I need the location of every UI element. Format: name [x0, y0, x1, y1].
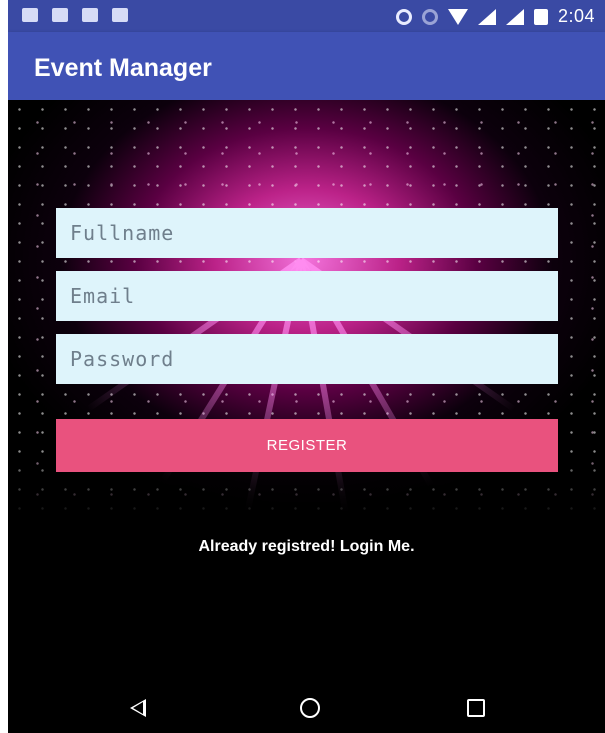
- alarm-icon: [421, 8, 438, 25]
- photo-icon: [52, 8, 68, 22]
- wifi-icon: [447, 8, 468, 25]
- home-icon[interactable]: [300, 698, 320, 718]
- notification-icons: [22, 8, 128, 22]
- navigation-bar: [8, 683, 605, 733]
- password-field[interactable]: [56, 334, 558, 384]
- sync-icon: [395, 8, 412, 25]
- status-bar: 2:04: [8, 0, 605, 32]
- login-link[interactable]: Already registred! Login Me.: [8, 538, 605, 556]
- app-bar: Event Manager: [8, 32, 605, 100]
- android-icon: [112, 8, 128, 22]
- signal-icon: [477, 8, 496, 25]
- phone-screen: 2:04 Event Manager REGISTER Already regi…: [8, 0, 605, 733]
- battery-icon: [533, 8, 548, 25]
- image-icon: [22, 8, 38, 22]
- signal-icon: [505, 8, 524, 25]
- status-time: 2:04: [557, 6, 595, 26]
- fullname-field[interactable]: [56, 208, 558, 258]
- back-icon[interactable]: [130, 699, 146, 717]
- gallery-icon: [82, 8, 98, 22]
- recents-icon[interactable]: [467, 699, 485, 717]
- system-icons: 2:04: [395, 6, 595, 27]
- register-button[interactable]: REGISTER: [56, 419, 558, 472]
- app-title: Event Manager: [34, 54, 212, 82]
- email-field[interactable]: [56, 271, 558, 321]
